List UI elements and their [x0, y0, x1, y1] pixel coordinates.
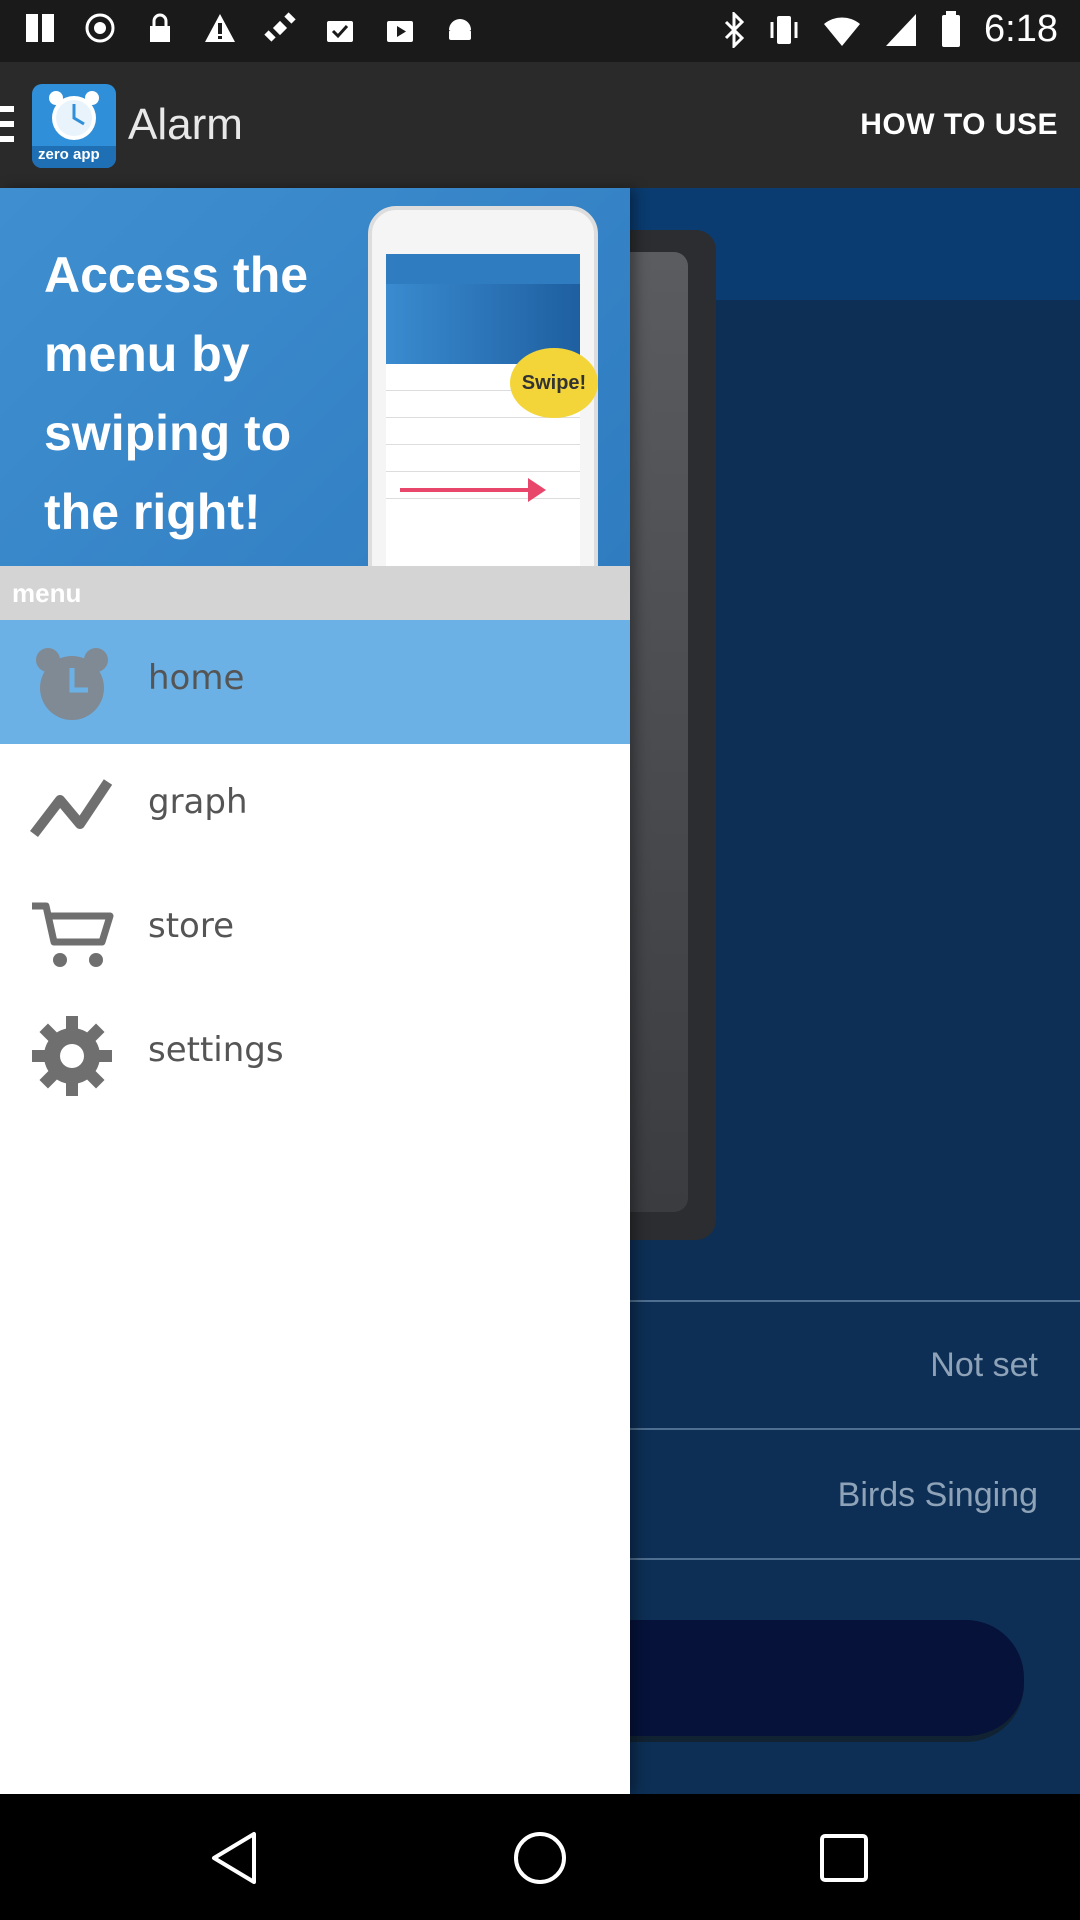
divider	[630, 1300, 1080, 1302]
divider	[630, 1428, 1080, 1430]
system-nav-bar	[0, 1794, 1080, 1920]
lock-icon	[142, 10, 178, 46]
menu-section-header: menu	[0, 566, 630, 620]
status-time: 6:18	[984, 8, 1058, 50]
app-logo-text: zero app	[38, 146, 100, 163]
vibrate-icon	[770, 15, 798, 44]
status-bar: 6:18	[0, 0, 1080, 62]
menu-item-label: graph	[148, 782, 248, 822]
app-title: Alarm	[128, 100, 243, 149]
alarm-clock-icon	[36, 648, 108, 720]
warning-icon	[202, 10, 238, 46]
android-icon	[442, 10, 478, 46]
right-arrow-icon	[400, 478, 546, 502]
app-bar: zero app Alarm HOW TO USE	[0, 62, 1080, 188]
app-logo: zero app	[32, 84, 116, 168]
menu-header-label: menu	[12, 578, 82, 608]
set-alarm-button[interactable]	[580, 1620, 1024, 1742]
hamburger-icon[interactable]	[0, 106, 14, 144]
status-right: 6:18	[722, 8, 1058, 51]
banner-text: Access the menu by swiping to the right!	[44, 247, 309, 540]
divider	[630, 1558, 1080, 1560]
gear-icon	[32, 1016, 112, 1096]
menu-item-store[interactable]: store	[0, 868, 630, 992]
battery-icon	[942, 10, 961, 47]
alarm-time-value[interactable]: Not set	[930, 1346, 1038, 1385]
recents-icon[interactable]	[814, 1828, 874, 1888]
menu-item-graph[interactable]: graph	[0, 744, 630, 868]
circle-icon	[82, 10, 118, 46]
grid-icon	[22, 10, 58, 46]
how-to-use-button[interactable]: HOW TO USE	[860, 108, 1058, 142]
play-bag-icon	[382, 10, 418, 46]
cart-icon	[32, 902, 114, 967]
wifi-icon	[824, 16, 861, 46]
trend-line-icon	[30, 779, 113, 838]
menu-item-label: home	[148, 658, 245, 698]
menu-item-label: settings	[148, 1030, 284, 1070]
swipe-hint-banner: Access the menu by swiping to the right!…	[0, 188, 630, 566]
bluetooth-icon	[724, 11, 745, 48]
check-bag-icon	[322, 10, 358, 46]
satellite-icon	[262, 10, 298, 46]
menu-item-settings[interactable]: settings	[0, 992, 630, 1116]
swipe-bubble: Swipe!	[510, 348, 598, 418]
menu-item-label: store	[148, 906, 234, 946]
signal-icon	[886, 13, 917, 46]
sound-value[interactable]: Birds Singing	[838, 1476, 1038, 1515]
navigation-drawer: Access the menu by swiping to the right!…	[0, 188, 630, 1794]
menu-item-home[interactable]: home	[0, 620, 630, 744]
home-icon[interactable]	[510, 1828, 570, 1888]
back-icon[interactable]	[206, 1828, 266, 1888]
status-left-icons	[22, 10, 478, 46]
